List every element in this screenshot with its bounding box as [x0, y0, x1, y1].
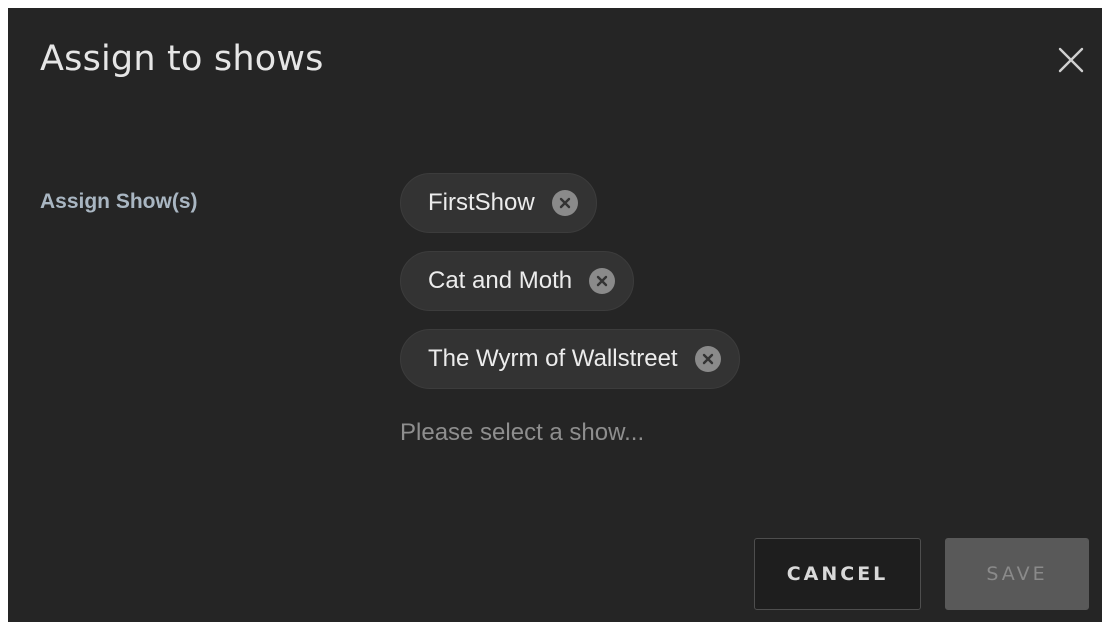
cancel-button[interactable]: CANCEL — [754, 538, 921, 610]
show-chip-cat-and-moth: Cat and Moth — [400, 251, 635, 311]
show-chip-label: FirstShow — [428, 189, 535, 216]
show-select-input[interactable] — [400, 416, 1000, 450]
show-chip-firstshow: FirstShow — [400, 173, 597, 233]
show-chip-label: Cat and Moth — [428, 267, 573, 294]
assign-shows-dialog: Assign to shows Assign Show(s) FirstShow… — [8, 8, 1102, 622]
show-chip-the-wyrm-of-wallstreet: The Wyrm of Wallstreet — [400, 329, 740, 389]
assign-shows-label: Assign Show(s) — [40, 190, 198, 213]
dialog-title: Assign to shows — [40, 39, 324, 79]
close-button[interactable] — [1057, 46, 1085, 74]
save-button[interactable]: SAVE — [945, 538, 1089, 610]
remove-circle-x-icon[interactable] — [551, 190, 578, 216]
selected-shows-list: FirstShow Cat and Moth The Wyrm of Walls… — [400, 173, 740, 389]
show-chip-label: The Wyrm of Wallstreet — [428, 345, 678, 372]
remove-circle-x-icon[interactable] — [694, 346, 721, 372]
remove-circle-x-icon[interactable] — [589, 268, 616, 294]
close-icon — [1058, 47, 1084, 73]
